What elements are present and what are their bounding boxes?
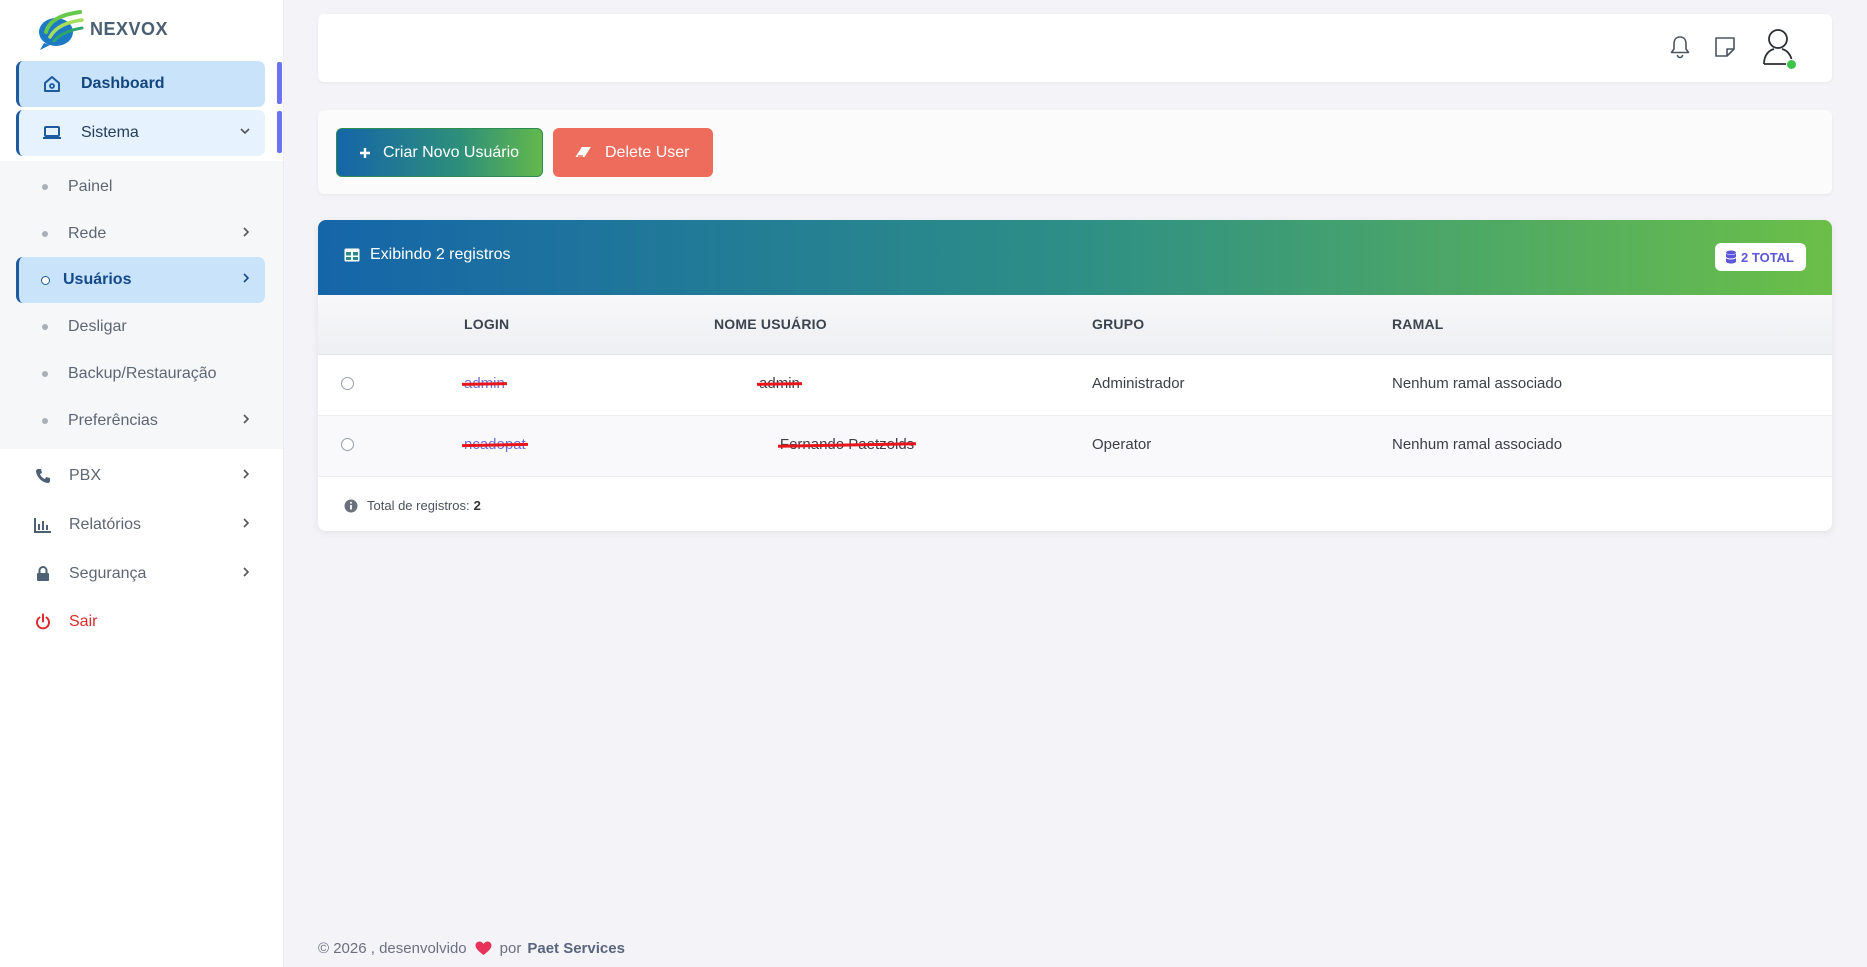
bell-icon[interactable] (1668, 34, 1692, 65)
row-select-radio[interactable] (341, 377, 354, 390)
sidebar-item-sair[interactable]: Sair (0, 600, 283, 644)
chevron-down-icon (239, 124, 251, 142)
column-header-grupo[interactable]: GRUPO (1092, 316, 1144, 332)
active-bullet-icon (41, 275, 50, 285)
cell-ramal: Nenhum ramal associado (1392, 436, 1563, 453)
chevron-right-icon (241, 516, 251, 534)
heart-icon (475, 941, 492, 956)
laptop-icon (39, 124, 65, 142)
sidebar-item-seguranca[interactable]: Segurança (0, 552, 283, 596)
cell-nome: Fernando Paetzolds (779, 436, 915, 453)
table-row[interactable]: admin admin Administrador Nenhum ramal a… (318, 355, 1832, 416)
power-icon (32, 613, 54, 631)
total-badge-text: 2 TOTAL (1741, 249, 1794, 265)
sidebar-item-label: Sistema (81, 124, 139, 141)
total-badge: 2 TOTAL (1715, 243, 1806, 271)
online-status-dot (1786, 59, 1797, 70)
bullet-icon (42, 371, 48, 377)
bullet-icon (42, 324, 48, 330)
bullet-icon (42, 231, 48, 237)
total-records-count: 2 (473, 498, 481, 513)
info-icon (344, 499, 358, 513)
phone-icon (32, 468, 54, 484)
eraser-icon (575, 146, 593, 160)
database-icon (1725, 250, 1737, 264)
plus-icon (359, 147, 371, 159)
column-header-login[interactable]: LOGIN (464, 316, 509, 332)
open-marker (277, 111, 282, 153)
chevron-right-icon (241, 565, 251, 583)
table-header-row: LOGIN NOME USUÁRIO GRUPO RAMAL (318, 295, 1832, 355)
chevron-right-icon (241, 412, 251, 430)
home-icon (39, 74, 65, 94)
cell-nome: admin (759, 375, 800, 392)
cell-login: ncadopat (464, 436, 526, 453)
table-title: Exibindo 2 registros (344, 246, 511, 264)
sidebar-item-label: Segurança (69, 565, 147, 582)
sidebar-item-label: Desligar (68, 318, 127, 335)
sidebar-item-label: Backup/Restauração (68, 365, 217, 382)
cell-grupo: Operator (1092, 436, 1152, 453)
top-bar (318, 14, 1832, 82)
sidebar-item-label: PBX (69, 467, 102, 484)
table-icon (344, 248, 360, 262)
sidebar-item-label: Relatórios (69, 516, 142, 533)
brand-logo[interactable]: NEXVOX (36, 4, 168, 54)
table-footer: Total de registros: 2 (344, 498, 481, 513)
footer-company-link[interactable]: Paet Services (527, 940, 625, 957)
chevron-right-icon (241, 467, 251, 485)
footer-text: © 2026 , desenvolvido (318, 940, 467, 957)
sidebar-item-label: Sair (69, 613, 98, 630)
create-user-button[interactable]: Criar Novo Usuário (336, 128, 543, 177)
sidebar-item-backup[interactable]: Backup/Restauração (16, 351, 265, 397)
users-table-card: Exibindo 2 registros 2 TOTAL LOGIN NOME … (318, 220, 1832, 531)
actions-bar: Criar Novo Usuário Delete User (318, 110, 1832, 194)
sidebar-item-relatorios[interactable]: Relatórios (0, 503, 283, 547)
nexvox-logo-icon (39, 10, 84, 50)
table-card-header: Exibindo 2 registros 2 TOTAL (318, 220, 1832, 295)
sidebar-item-label: Preferências (68, 412, 158, 429)
bullet-icon (42, 184, 48, 190)
delete-user-label: Delete User (605, 143, 690, 161)
sidebar-item-usuarios[interactable]: Usuários (16, 257, 265, 303)
page-footer: © 2026 , desenvolvido por Paet Services (318, 940, 625, 957)
footer-by: por (499, 940, 522, 957)
sidebar-item-painel[interactable]: Painel (16, 164, 265, 210)
column-header-nome[interactable]: NOME USUÁRIO (714, 316, 827, 332)
row-select-radio[interactable] (341, 438, 354, 451)
cell-login: admin (464, 375, 505, 392)
table-row[interactable]: ncadopat Fernando Paetzolds Operator Nen… (318, 416, 1832, 477)
sidebar-item-label: Usuários (63, 271, 132, 288)
sidebar-item-desligar[interactable]: Desligar (16, 304, 265, 350)
lock-icon (32, 566, 54, 582)
cell-ramal: Nenhum ramal associado (1392, 375, 1563, 392)
chevron-right-icon (241, 271, 251, 289)
active-marker (277, 62, 282, 104)
chevron-right-icon (241, 225, 251, 243)
table-title-text: Exibindo 2 registros (370, 246, 511, 263)
brand-name: NEXVOX (90, 18, 169, 39)
sidebar: NEXVOX Dashboard Sistema Painel Rede Usu… (0, 0, 284, 967)
sidebar-item-pbx[interactable]: PBX (0, 454, 283, 498)
sidebar-item-label: Dashboard (81, 75, 165, 92)
delete-user-button[interactable]: Delete User (553, 128, 713, 177)
sidebar-item-label: Painel (68, 178, 113, 195)
column-header-ramal[interactable]: RAMAL (1392, 316, 1444, 332)
bullet-icon (42, 418, 48, 424)
sidebar-item-rede[interactable]: Rede (16, 211, 265, 257)
sidebar-item-sistema[interactable]: Sistema (16, 110, 265, 156)
sidebar-item-dashboard[interactable]: Dashboard (16, 61, 265, 107)
sidebar-item-label: Rede (68, 225, 107, 242)
cell-grupo: Administrador (1092, 375, 1185, 392)
bar-chart-icon (32, 517, 54, 533)
note-icon[interactable] (1713, 34, 1737, 65)
create-user-label: Criar Novo Usuário (383, 143, 520, 161)
total-records-label: Total de registros: (367, 498, 470, 513)
sidebar-item-preferencias[interactable]: Preferências (16, 398, 265, 444)
